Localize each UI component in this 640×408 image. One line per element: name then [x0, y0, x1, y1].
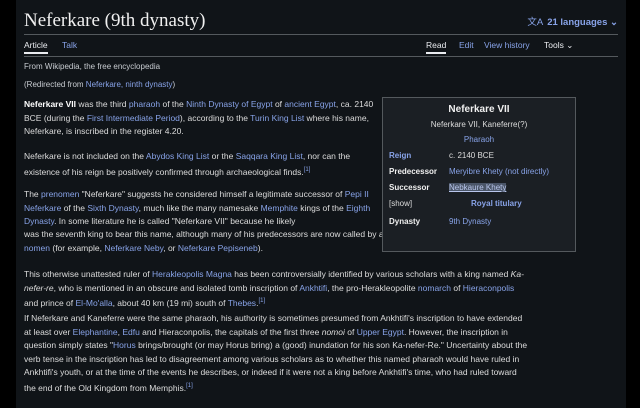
link-herakleopolis-magna[interactable]: Herakleopolis Magna: [152, 269, 232, 279]
redirect-link[interactable]: Neferkare, ninth dynasty: [86, 80, 173, 89]
infobox-title: Neferkare VII: [448, 104, 510, 115]
paragraph-1: Neferkare VII was the third pharaoh of t…: [24, 99, 374, 136]
infobox-value: c. 2140 BCE: [449, 151, 494, 160]
paragraph-5: If Neferkare and Kaneferre were the same…: [24, 313, 528, 393]
link-thebes[interactable]: Thebes: [228, 298, 256, 308]
link-ancient-egypt[interactable]: ancient Egypt: [284, 99, 336, 109]
link-upper-egypt[interactable]: Upper Egypt: [357, 327, 404, 337]
link-sixth-dynasty[interactable]: Sixth Dynasty: [87, 203, 138, 213]
link-edfu[interactable]: Edfu: [122, 327, 140, 337]
from-line: From Wikipedia, the free encyclopedia: [24, 62, 161, 71]
link-nomarch[interactable]: nomarch: [418, 283, 451, 293]
infobox-subtitle: Neferkare VII, Kaneferre(?): [430, 120, 528, 129]
link-hieraconpolis[interactable]: Hieraconpolis: [463, 283, 515, 293]
tab-talk[interactable]: Talk: [62, 40, 77, 50]
tab-read[interactable]: Read: [426, 40, 447, 54]
chevron-down-icon: ⌄: [566, 40, 574, 50]
title-divider: [24, 34, 618, 35]
link-memphite[interactable]: Memphite: [261, 203, 298, 213]
link-turin-king-list[interactable]: Turin King List: [250, 113, 304, 123]
tab-view-history[interactable]: View history: [484, 40, 530, 50]
tools-menu[interactable]: Tools ⌄: [544, 40, 573, 51]
link-ninth-dynasty[interactable]: Ninth Dynasty of Egypt: [186, 99, 272, 109]
infobox-row-dynasty: Dynasty 9th Dynasty: [389, 217, 571, 229]
tab-article[interactable]: Article: [24, 40, 48, 54]
languages-button[interactable]: 文A 21 languages ⌄: [527, 14, 618, 28]
link-prenomen[interactable]: prenomen: [41, 189, 79, 199]
infobox-label: Successor: [389, 183, 430, 192]
infobox-value-link[interactable]: 9th Dynasty: [449, 217, 491, 226]
infobox-row-titulary: [show] Royal titulary: [389, 199, 571, 211]
paragraph-2: Neferkare is not included on the Abydos …: [24, 151, 351, 177]
reference-link[interactable]: [1]: [304, 167, 311, 173]
link-first-intermediate-period[interactable]: First Intermediate Period: [87, 113, 180, 123]
link-horus[interactable]: Horus: [113, 340, 136, 350]
page-title: Neferkare (9th dynasty): [24, 10, 206, 31]
page-tabs: Article Talk Read Edit View history Tool…: [24, 38, 618, 56]
tab-edit[interactable]: Edit: [459, 40, 474, 50]
link-saqqara-king-list[interactable]: Saqqara King List: [236, 151, 303, 161]
translate-icon: 文A: [527, 17, 544, 28]
royal-titulary-header[interactable]: Royal titulary: [471, 199, 522, 208]
link-nomen[interactable]: nomen: [24, 243, 50, 253]
link-ankhtifi[interactable]: Ankhtifi: [299, 283, 327, 293]
infobox-row-successor: Successor Nebkaure Khety: [389, 183, 571, 195]
infobox-value-link[interactable]: Nebkaure Khety: [449, 183, 507, 192]
infobox-row-predecessor: Predecessor Meryibre Khety (not directly…: [389, 167, 571, 179]
tabs-divider: [24, 56, 618, 57]
link-el-moalla[interactable]: El-Mo'alla: [76, 298, 113, 308]
infobox-row-reign: Reign c. 2140 BCE: [389, 151, 571, 163]
link-elephantine[interactable]: Elephantine: [73, 327, 118, 337]
link-abydos-king-list[interactable]: Abydos King List: [146, 151, 209, 161]
infobox-label: Dynasty: [389, 217, 421, 226]
title-row: Neferkare (9th dynasty) 文A 21 languages ⌄: [24, 8, 618, 34]
reference-link[interactable]: [1]: [186, 383, 193, 389]
link-pharaoh[interactable]: pharaoh: [129, 99, 160, 109]
infobox-value[interactable]: Meryibre Khety (not directly): [449, 167, 549, 176]
paragraph-4: This otherwise unattested ruler of Herak…: [24, 269, 524, 308]
redirect-note: (Redirected from Neferkare, ninth dynast…: [24, 80, 176, 89]
link-neferkare-pepiseneb[interactable]: Neferkare Pepiseneb: [178, 243, 258, 253]
reference-link[interactable]: [1]: [258, 298, 265, 304]
infobox: Neferkare VII Neferkare VII, Kaneferre(?…: [382, 97, 576, 252]
chevron-down-icon: ⌄: [610, 17, 618, 28]
infobox-header-pharaoh[interactable]: Pharaoh: [383, 135, 575, 144]
infobox-label[interactable]: Reign: [389, 151, 411, 160]
link-neferkare-neby[interactable]: Neferkare Neby: [104, 243, 163, 253]
paragraph-3-top: The prenomen "Neferkare" suggests he con…: [24, 189, 371, 226]
show-toggle[interactable]: [show]: [389, 199, 412, 208]
article-page: Neferkare (9th dynasty) 文A 21 languages ⌄…: [16, 0, 626, 408]
infobox-label: Predecessor: [389, 167, 438, 176]
